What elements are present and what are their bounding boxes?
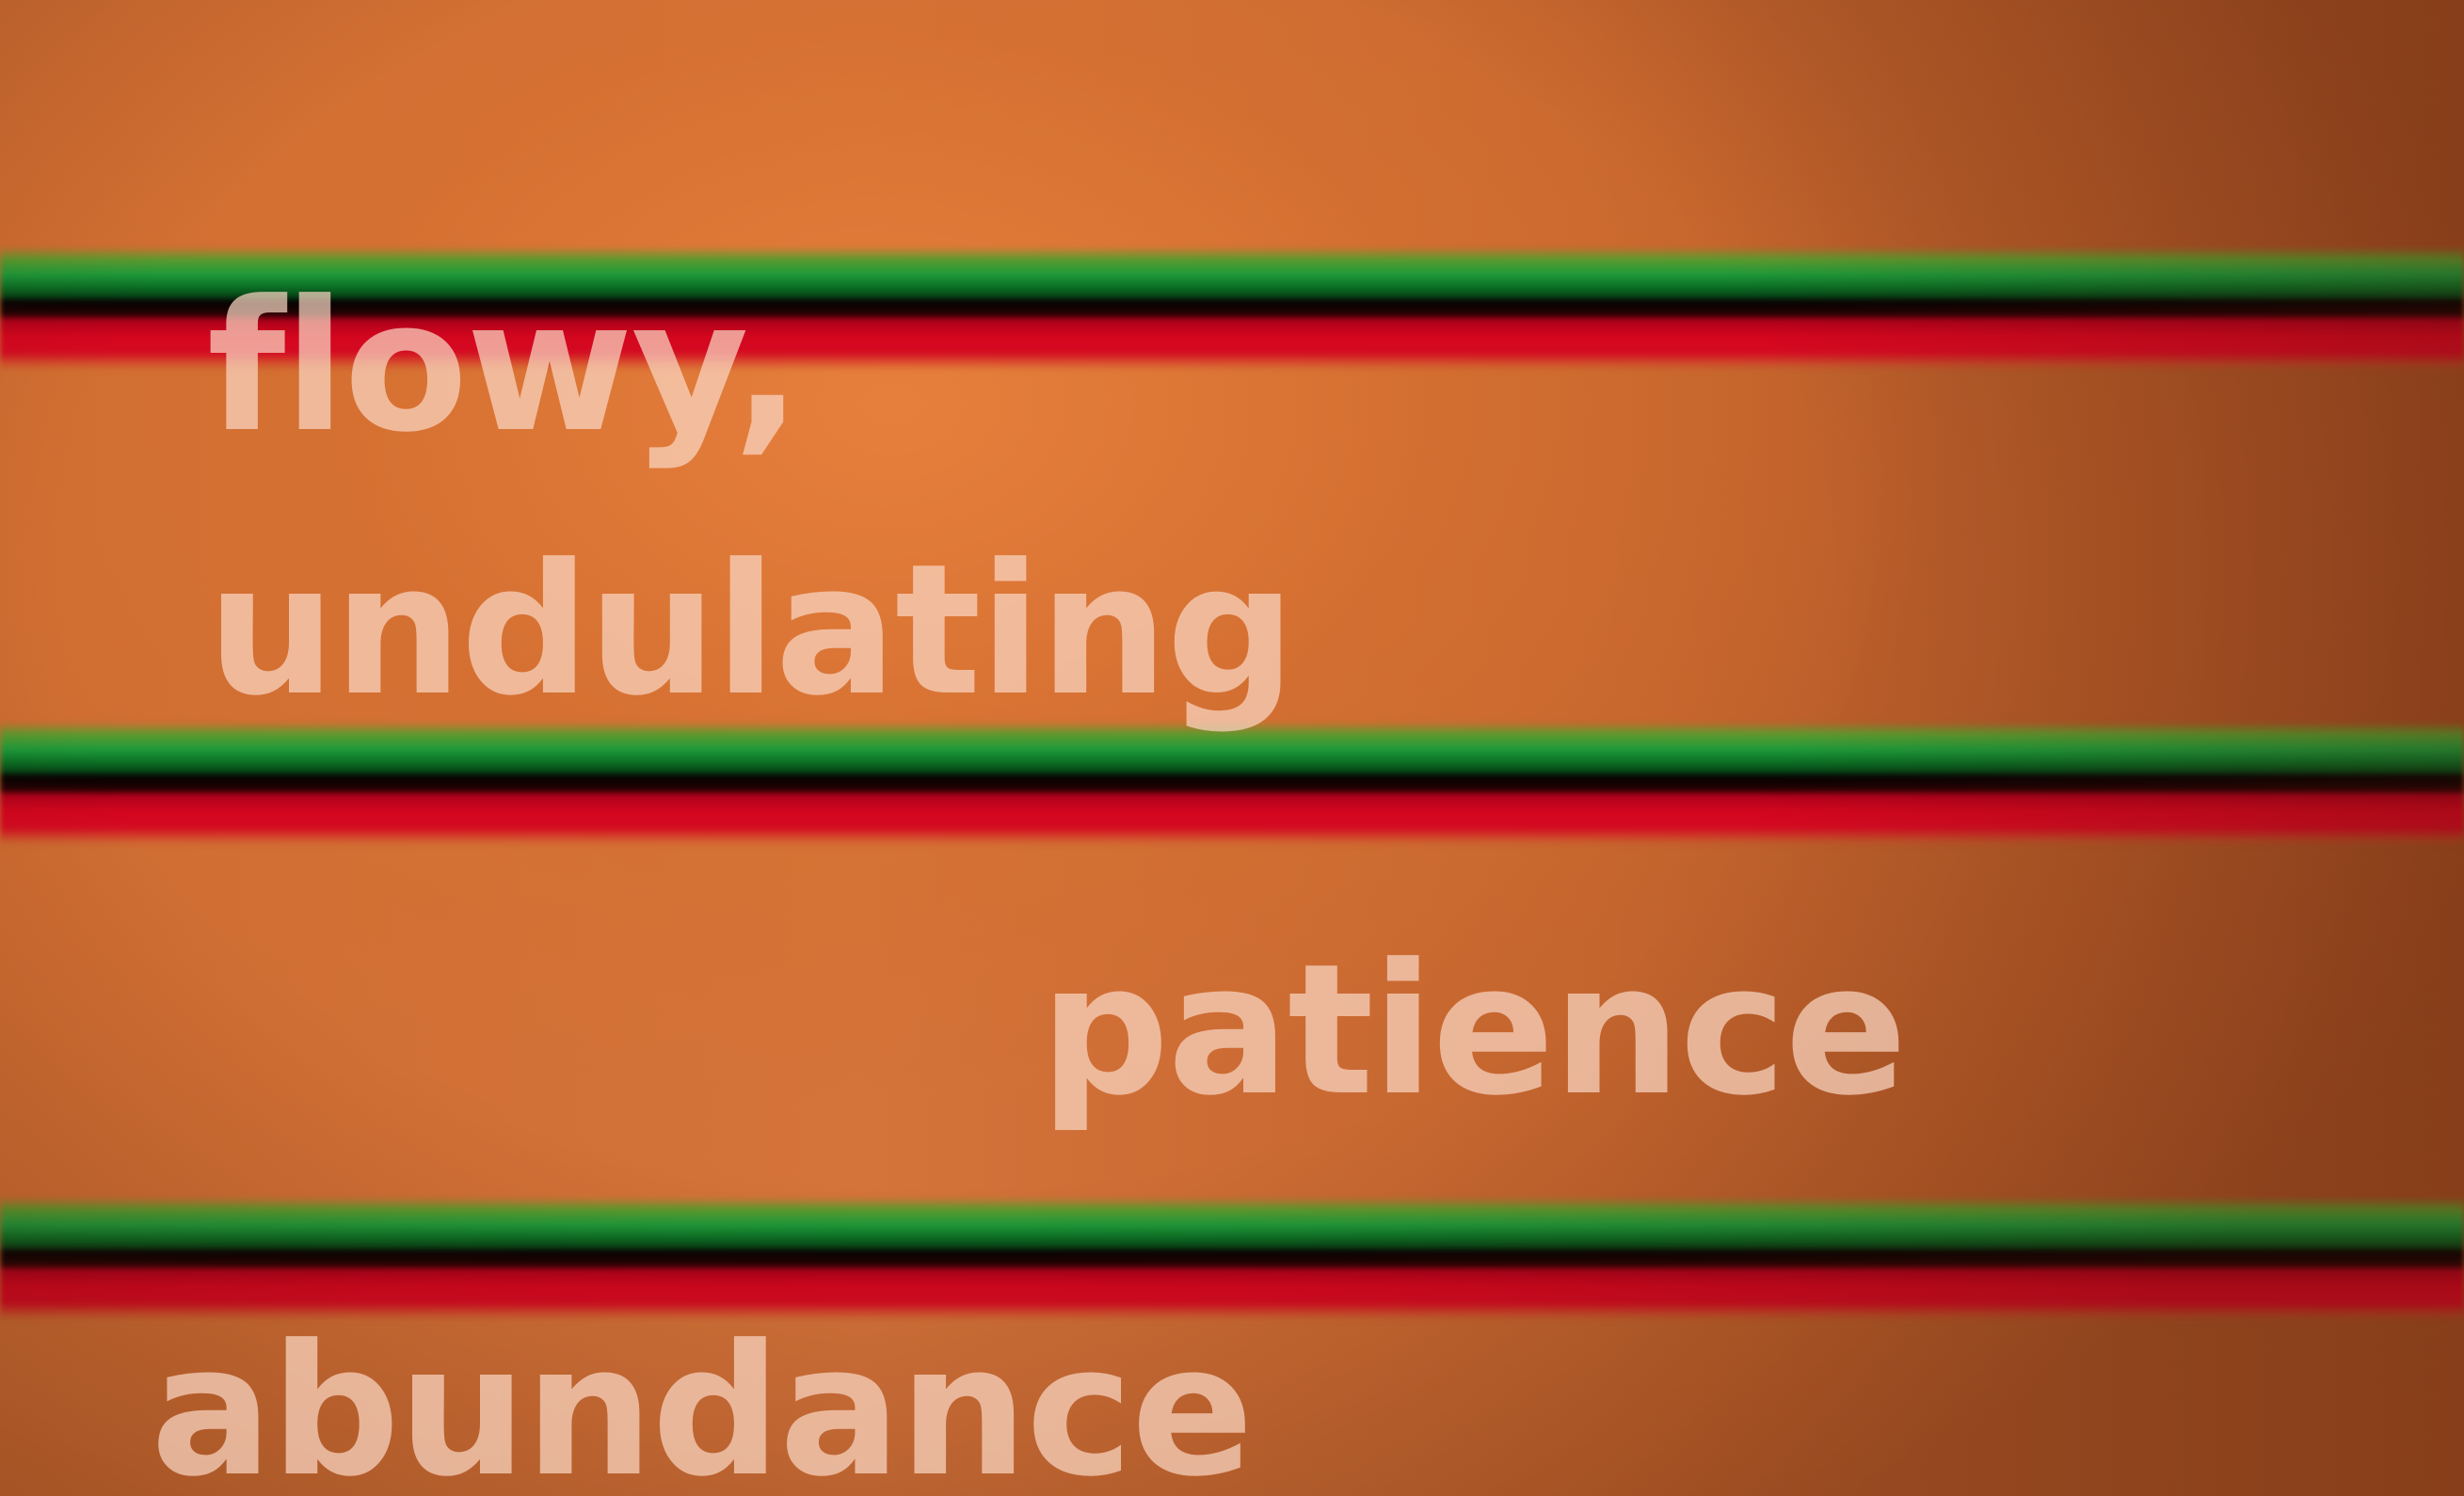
vignette-overlay (0, 0, 2464, 1496)
word-abundance: abundance (151, 1307, 1254, 1496)
word-flowy: flowy, (207, 263, 802, 472)
word-undulating: undulating (207, 526, 1296, 736)
word-patience: patience (1040, 926, 1908, 1136)
poster-canvas: flowy, undulating patience abundance (0, 0, 2464, 1496)
